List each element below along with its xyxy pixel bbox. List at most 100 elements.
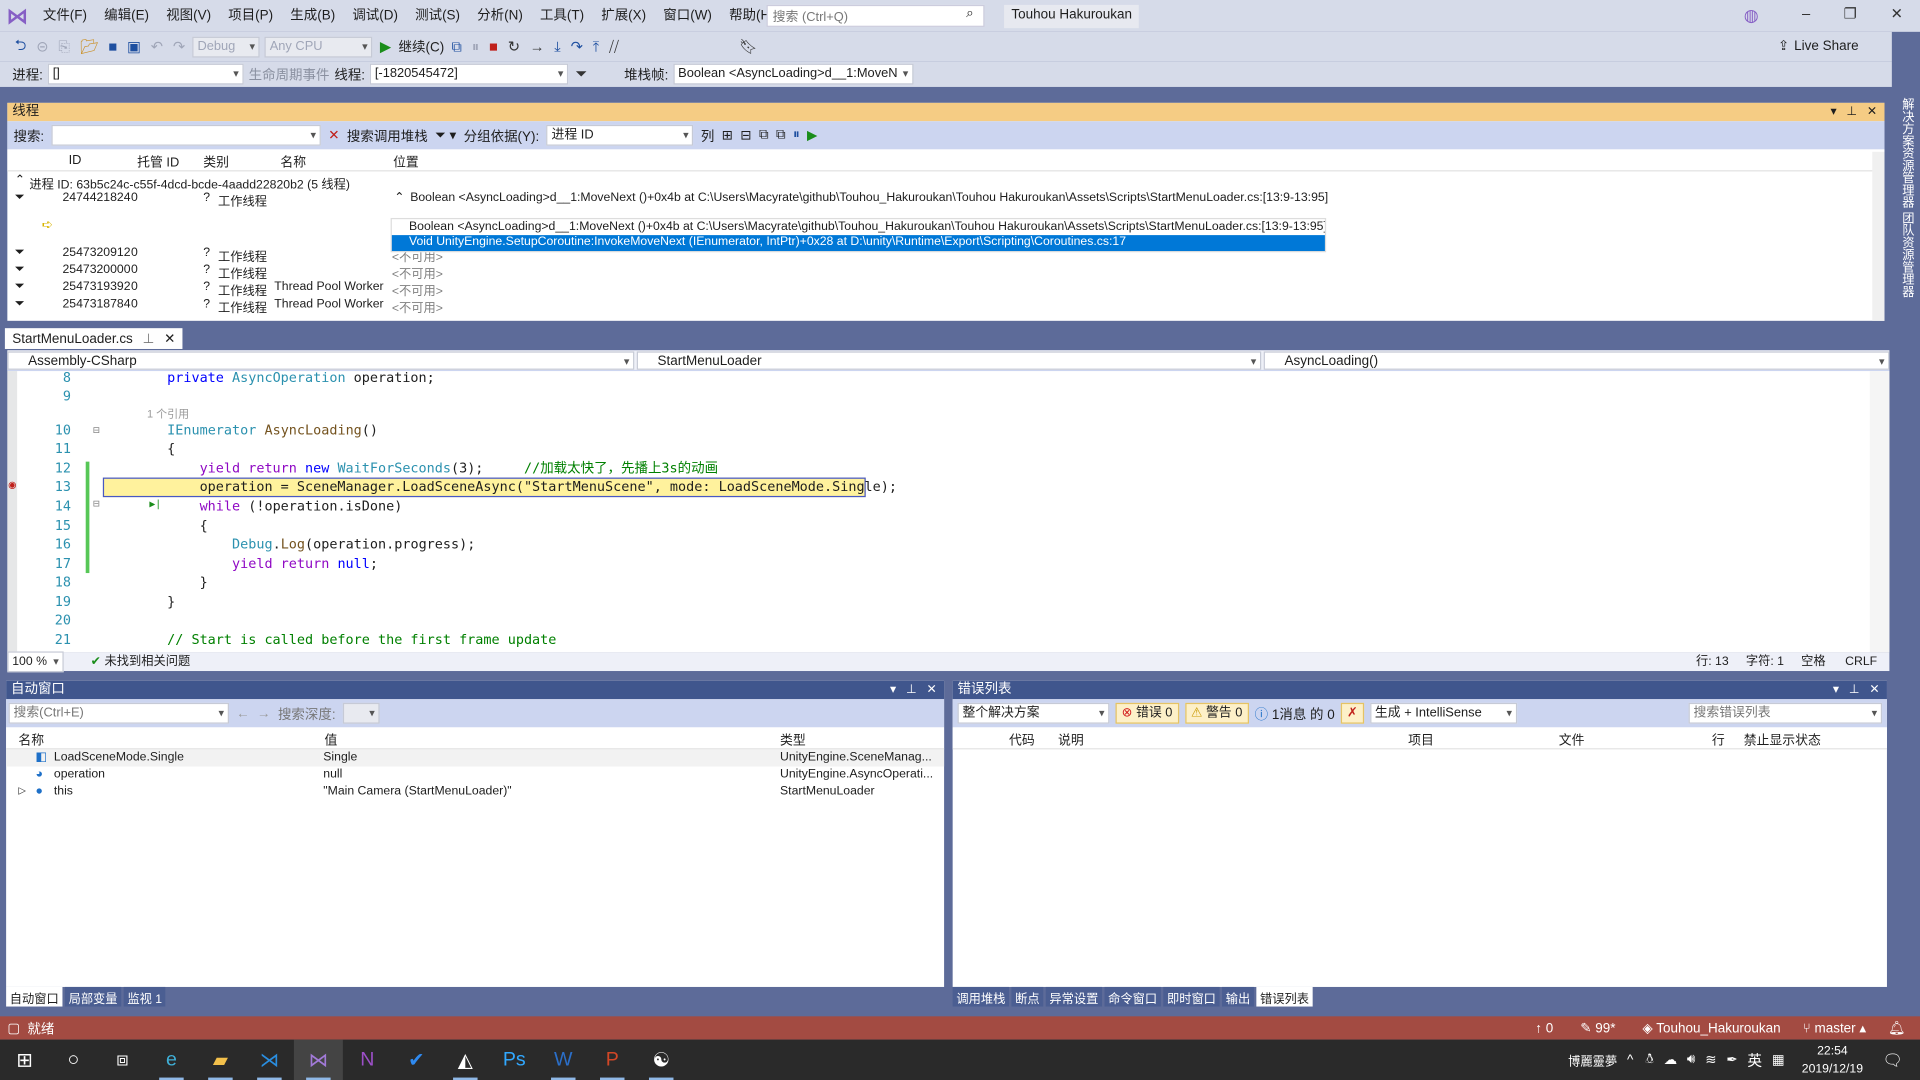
menu-item[interactable]: 文件(F) [34,0,95,32]
tool-tab[interactable]: 自动窗口 [6,986,63,1007]
autos-row[interactable]: ◧ LoadSceneMode.Single Single UnityEngine.S… [6,749,945,767]
edge-icon[interactable]: e [147,1040,196,1080]
flag-icon[interactable]: ⏷ [15,280,25,293]
flag-icon[interactable]: ⏷ [15,246,25,259]
stack-frame[interactable]: Boolean <AsyncLoading>d__1:MoveNext ()+0… [392,219,1325,235]
side-tool-strip[interactable]: 解决方案资源管理器 团队资源管理器 [1892,88,1920,308]
col-description[interactable]: 说明 [1058,731,1084,749]
tool-tab[interactable]: 输出 [1222,986,1254,1007]
branch-button[interactable]: ⑂ master ▴ [1803,1020,1867,1036]
menu-item[interactable]: 调试(D) [344,0,407,32]
menu-item[interactable]: 分析(N) [469,0,532,32]
stop-icon[interactable]: ■ [487,38,501,55]
continue-icon[interactable]: ▶ [377,38,393,55]
indent-indicator[interactable]: 空格 [1801,653,1825,671]
step-into-icon[interactable]: ⤓ [552,37,563,55]
col-type[interactable]: 类型 [780,731,806,749]
close-tab-icon[interactable]: ✕ [164,331,175,347]
breakpoints-icon[interactable]: ⧸⧸ [607,37,622,55]
save-icon[interactable]: ■ [106,38,120,55]
process-select[interactable]: [] [47,63,244,85]
redo-icon[interactable]: ↷ [170,38,187,55]
volume-icon[interactable]: 🔊︎ [1687,1052,1695,1068]
warnings-filter-button[interactable]: ⚠ 警告 0 [1184,702,1249,724]
flag-icon[interactable]: ⏷ [15,191,25,204]
variable-value[interactable]: "Main Camera (StartMenuLoader)" [323,785,511,798]
col-name[interactable]: 名称 [18,731,44,749]
group-by-select[interactable]: 进程 ID [546,124,694,146]
file-explorer-icon[interactable]: ▰ [196,1040,245,1080]
repo-button[interactable]: ◈ Touhou_Hakuroukan [1642,1020,1780,1036]
unity-icon[interactable]: ◭ [441,1040,490,1080]
powerpoint-icon[interactable]: P [588,1040,637,1080]
publish-icon[interactable]: ↑ 0 [1535,1021,1553,1036]
process-group-row[interactable]: ⌃ 进程 ID: 63b5c24c-c55f-4dcd-bcde-4aadd228… [7,173,1884,192]
wifi-icon[interactable]: ≋ [1705,1052,1716,1068]
variable-value[interactable]: null [323,768,342,781]
continue-button[interactable]: 继续(C) [399,37,445,57]
flag-icon[interactable]: ⏷ [15,298,25,311]
flag-filter-icon[interactable]: ⏷ ▾ [435,127,456,144]
errors-filter-button[interactable]: ⊗ 错误 0 [1115,702,1179,724]
fold-icon[interactable]: ⊟ [93,425,100,437]
tool-tab[interactable]: 命令窗口 [1104,986,1161,1007]
step-out-icon[interactable]: ⤒ [590,37,601,55]
visual-studio-icon[interactable]: ⋈ [293,1039,343,1080]
yinyang-app-icon[interactable]: ☯ [637,1040,686,1080]
col-managed-id[interactable]: 托管 ID [137,153,179,171]
show-next-statement-icon[interactable]: → [527,38,547,55]
fold-icon[interactable]: ⊟ [93,498,100,510]
dropdown-icon[interactable]: ▾ [1830,103,1836,121]
messages-filter-button[interactable]: ⓘ 1消息 的 0 [1255,703,1335,723]
bookmark-icon[interactable]: 🔖︎ [737,38,761,55]
tool-tab[interactable]: 异常设置 [1045,986,1103,1007]
breakpoint-current-icon[interactable]: ◉ [9,479,16,492]
save-all-icon[interactable]: ▣ [125,38,144,55]
close-icon[interactable]: ✕ [926,681,936,699]
breakpoint-margin[interactable] [7,371,18,653]
col-value[interactable]: 值 [324,731,337,749]
restart-icon[interactable]: ↻ [505,38,522,55]
collapse-icon[interactable]: ⌃ [15,174,25,187]
account-icon[interactable]: ◍ [1744,5,1759,26]
eol-indicator[interactable]: CRLF [1845,653,1877,671]
pin-icon[interactable]: ⊥ [1849,681,1860,699]
pause-icon[interactable]: ⏸ [793,127,800,143]
autos-search-input[interactable]: 搜索(Ctrl+E) [8,702,229,724]
variable-value[interactable]: Single [323,751,357,764]
thread-row[interactable]: ⏷ 2547318784 0? 工作线程 Thread Pool Worker <不可用> [7,296,1884,316]
menu-item[interactable]: 扩展(X) [593,0,655,32]
cortana-icon[interactable]: ○ [49,1040,98,1080]
todo-icon[interactable]: ✔ [392,1040,441,1080]
issues-status[interactable]: 未找到相关问题 [105,653,191,671]
tab-startmenuloader[interactable]: StartMenuLoader.cs ⊥ ✕ [4,328,183,349]
threads-scrollbar[interactable] [1872,151,1885,321]
restore-button[interactable]: ❐ [1832,5,1869,22]
word-icon[interactable]: W [539,1040,588,1080]
flag-icon[interactable]: ⏷ [15,263,25,276]
pin-icon[interactable]: ⊥ [143,331,155,347]
tool-tab[interactable]: 调用堆栈 [952,986,1009,1007]
onedrive-icon[interactable]: ☁ [1664,1052,1677,1068]
type-dropdown[interactable]: StartMenuLoader [636,351,1262,371]
thread-select[interactable]: [-1820545472] [369,63,569,85]
thread-row[interactable]: ⏷ 2547319392 0? 工作线程 Thread Pool Worker <不可用> [7,279,1884,298]
thaw-icon[interactable]: ⧉ [776,127,786,143]
col-category[interactable]: 类别 [203,153,229,171]
onenote-icon[interactable]: N [343,1040,392,1080]
clear-search-icon[interactable]: ✕ [328,127,339,144]
threads-search-input[interactable] [51,124,321,146]
code-editor[interactable]: ◉ ⊟ ⊟ ▶| 8 private AsyncOperation operat… [7,371,1890,653]
tool-tab[interactable]: 错误列表 [1256,986,1313,1007]
col-code[interactable]: 代码 [1009,731,1035,749]
filter-icon[interactable]: ⏷ [573,65,590,83]
minimize-button[interactable]: – [1788,5,1825,22]
open-icon[interactable]: 📂︎ [78,38,102,55]
live-share-button[interactable]: ⇪ Live Share [1778,38,1859,54]
expand-icon[interactable]: ▷ [18,785,26,796]
menu-item[interactable]: 编辑(E) [96,0,158,32]
start-icon[interactable]: ⊞ [0,1040,49,1080]
col-name[interactable]: 名称 [280,153,306,171]
new-project-icon[interactable]: ⎘ [56,37,73,55]
stack-frame-selected[interactable]: Void UnityEngine.SetupCoroutine:InvokeMo… [391,235,1325,252]
